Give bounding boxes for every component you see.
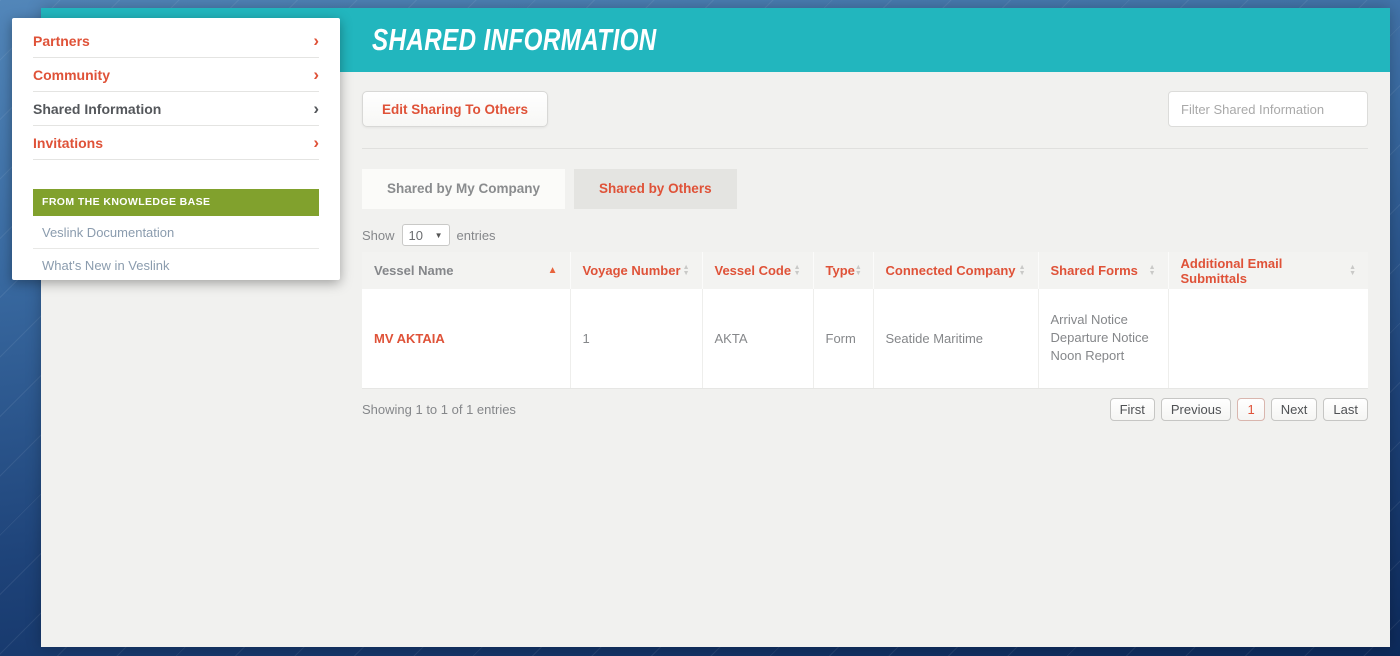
sort-both-icon: ▲▼: [855, 265, 862, 277]
table-header-row: Vessel Name ▲ Voyage Number ▲▼ Vessel Co…: [362, 252, 1368, 289]
sort-both-icon: ▲▼: [794, 265, 801, 277]
column-header-additional-email-submittals[interactable]: Additional Email Submittals ▲▼: [1168, 252, 1368, 289]
link-veslink-documentation[interactable]: Veslink Documentation: [33, 216, 319, 249]
page-title: SHARED INFORMATION: [372, 22, 657, 58]
filter-input[interactable]: [1168, 91, 1368, 127]
column-header-vessel-name[interactable]: Vessel Name ▲: [362, 252, 570, 289]
chevron-right-icon: ›: [313, 102, 319, 116]
select-arrow-icon: ▼: [435, 231, 443, 240]
tab-bar: Shared by My Company Shared by Others: [362, 169, 1368, 209]
cell-vessel-code: AKTA: [702, 289, 813, 388]
chevron-right-icon: ›: [313, 34, 319, 48]
sort-both-icon: ▲▼: [1019, 265, 1026, 277]
vessel-name-link[interactable]: MV AKTAIA: [374, 331, 445, 346]
column-header-connected-company[interactable]: Connected Company ▲▼: [873, 252, 1038, 289]
cell-voyage-number: 1: [570, 289, 702, 388]
link-whats-new-in-veslink[interactable]: What's New in Veslink: [33, 249, 319, 281]
column-header-shared-forms[interactable]: Shared Forms ▲▼: [1038, 252, 1168, 289]
pagination-previous-button[interactable]: Previous: [1161, 398, 1232, 421]
edit-sharing-button[interactable]: Edit Sharing To Others: [362, 91, 548, 127]
pagination-last-button[interactable]: Last: [1323, 398, 1368, 421]
entries-select-value: 10: [409, 228, 423, 243]
chevron-right-icon: ›: [313, 68, 319, 82]
shared-form-item: Departure Notice: [1051, 329, 1156, 347]
table-footer: Showing 1 to 1 of 1 entries First Previo…: [362, 398, 1368, 421]
column-header-type[interactable]: Type ▲▼: [813, 252, 873, 289]
entries-label: entries: [457, 228, 496, 243]
cell-connected-company: Seatide Maritime: [873, 289, 1038, 388]
entries-control: Show 10 ▼ entries: [362, 224, 1368, 246]
shared-form-item: Arrival Notice: [1051, 311, 1156, 329]
column-header-voyage-number[interactable]: Voyage Number ▲▼: [570, 252, 702, 289]
column-header-vessel-code[interactable]: Vessel Code ▲▼: [702, 252, 813, 289]
sidebar-item-community[interactable]: Community ›: [33, 58, 319, 92]
pagination-next-button[interactable]: Next: [1271, 398, 1318, 421]
pagination: First Previous 1 Next Last: [1110, 398, 1368, 421]
toolbar: Edit Sharing To Others: [362, 91, 1368, 127]
chevron-right-icon: ›: [313, 136, 319, 150]
toolbar-divider: [362, 148, 1368, 149]
cell-type: Form: [813, 289, 873, 388]
sort-both-icon: ▲▼: [683, 265, 690, 277]
sort-asc-icon: ▲: [548, 265, 558, 276]
tab-shared-by-others[interactable]: Shared by Others: [574, 169, 737, 209]
showing-entries-text: Showing 1 to 1 of 1 entries: [362, 402, 516, 417]
shared-form-item: Noon Report: [1051, 347, 1156, 365]
cell-additional-email-submittals: [1168, 289, 1368, 388]
entries-select[interactable]: 10 ▼: [402, 224, 450, 246]
show-label: Show: [362, 228, 395, 243]
pagination-page-1-button[interactable]: 1: [1237, 398, 1264, 421]
sidebar-item-shared-information[interactable]: Shared Information ›: [33, 92, 319, 126]
sidebar-item-partners[interactable]: Partners ›: [33, 24, 319, 58]
knowledge-base-header: FROM THE KNOWLEDGE BASE: [33, 189, 319, 216]
sidebar: Partners › Community › Shared Informatio…: [12, 18, 340, 280]
cell-shared-forms: Arrival Notice Departure Notice Noon Rep…: [1038, 289, 1168, 388]
sort-both-icon: ▲▼: [1349, 265, 1356, 277]
sidebar-item-invitations[interactable]: Invitations ›: [33, 126, 319, 160]
tab-shared-by-my-company[interactable]: Shared by My Company: [362, 169, 565, 209]
shared-information-table: Vessel Name ▲ Voyage Number ▲▼ Vessel Co…: [362, 252, 1368, 389]
sort-both-icon: ▲▼: [1149, 265, 1156, 277]
cell-vessel-name: MV AKTAIA: [362, 289, 570, 388]
table-row: MV AKTAIA 1 AKTA Form Seatide Maritime A…: [362, 289, 1368, 388]
pagination-first-button[interactable]: First: [1110, 398, 1155, 421]
